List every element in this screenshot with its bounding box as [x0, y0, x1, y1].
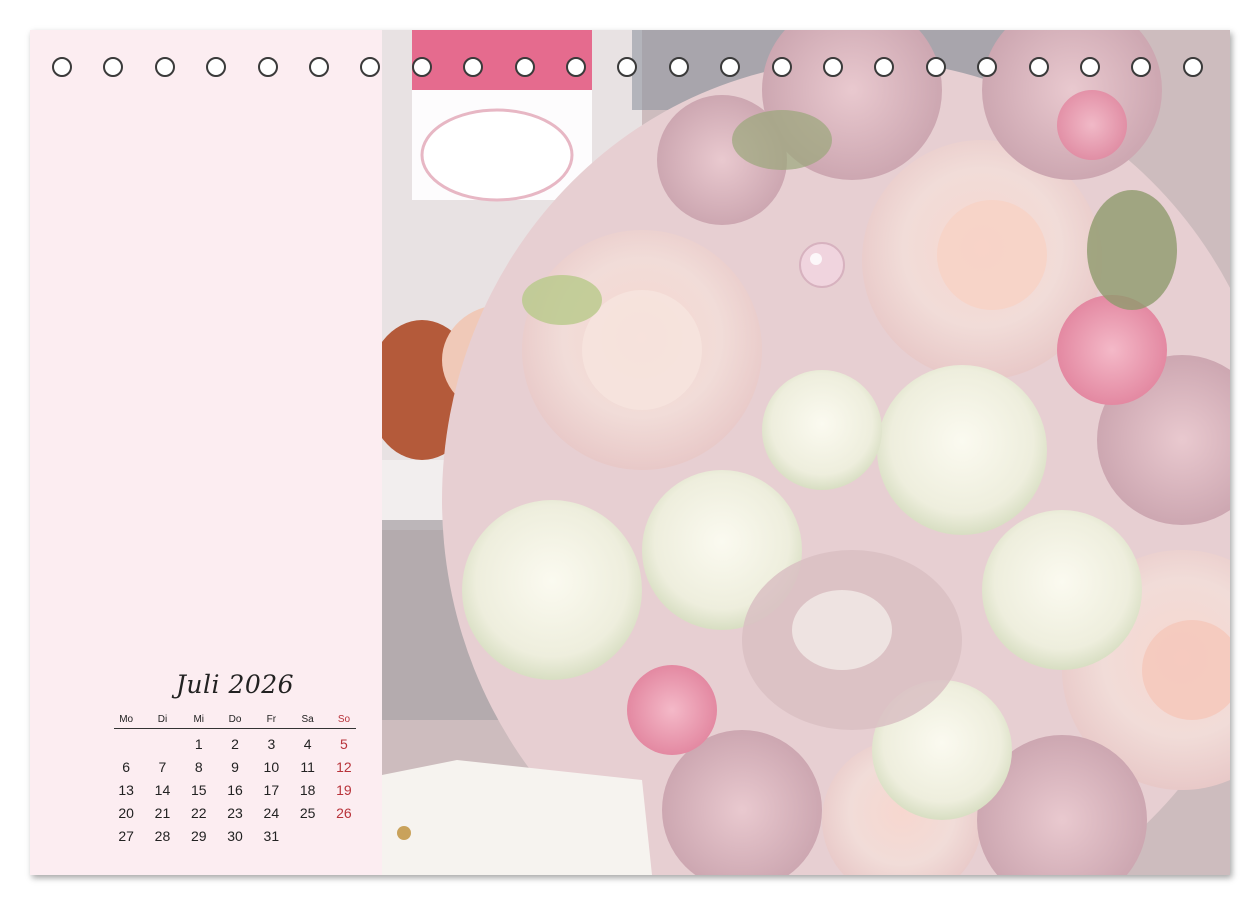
day-cell: 20 [118, 805, 134, 821]
weekday-label: Mo [119, 714, 134, 725]
binding-ring [1028, 57, 1049, 77]
binding-ring [668, 57, 689, 77]
calendar-panel: Juli 2026 Mo Di Mi Do Fr Sa So 1 2 3 4 5 6 7 8 9 10 11 12… [30, 30, 382, 875]
day-cell: 23 [227, 805, 243, 821]
day-cell: 13 [118, 782, 134, 798]
binding-ring [1182, 57, 1203, 77]
weekday-label: Di [157, 714, 168, 725]
day-cell: 31 [263, 828, 280, 844]
day-cell: 12 [336, 759, 352, 775]
day-cell: 28 [154, 828, 171, 844]
day-cell: 10 [263, 759, 280, 775]
day-cell: 3 [267, 736, 276, 752]
calendar-page: Juli 2026 Mo Di Mi Do Fr Sa So 1 2 3 4 5 6 7 8 9 10 11 12… [0, 0, 1260, 905]
day-cell: 8 [194, 759, 203, 775]
day-cell: 15 [190, 782, 207, 798]
binding-ring [309, 57, 329, 77]
month-title: Juli 2026 [175, 670, 295, 699]
flower-bouquet-photo [382, 30, 1230, 875]
day-cell: 26 [336, 805, 352, 821]
binding-ring [52, 57, 72, 77]
day-cell: 17 [263, 782, 280, 798]
weekday-label: Fr [266, 714, 277, 725]
day-cell: 6 [122, 759, 131, 775]
day-cell: 25 [299, 805, 316, 821]
month-grid: Mo Di Mi Do Fr Sa So 1 2 3 4 5 6 7 8 9 10 11 12 13 14 15 16 17… [108, 713, 362, 848]
day-cell: 1 [194, 736, 203, 752]
binding-ring [1080, 57, 1100, 77]
day-cell: 9 [231, 759, 239, 775]
day-cell: 2 [231, 736, 239, 752]
day-cell: 29 [190, 828, 207, 844]
binding-ring [566, 57, 586, 77]
day-cell: 11 [300, 759, 315, 775]
weekday-header: Mo Di Mi Do Fr Sa So [108, 713, 362, 727]
day-cell: 7 [158, 759, 167, 775]
day-cell: 21 [154, 805, 171, 821]
day-grid: 1 2 3 4 5 6 7 8 9 10 11 12 13 14 15 16 17 18 19 20 21 22 23 24 2… [108, 733, 362, 848]
day-cell: 16 [227, 782, 243, 798]
binding-ring [154, 57, 175, 77]
empty-day-cell [289, 825, 325, 848]
day-cell: 5 [340, 736, 348, 752]
day-cell: 14 [154, 782, 171, 798]
binding-ring [925, 57, 946, 77]
weekday-label: Mi [193, 714, 205, 725]
empty-day-cell [326, 825, 362, 848]
binding-ring [411, 57, 432, 77]
day-cell: 27 [118, 828, 134, 844]
day-cell: 30 [227, 828, 243, 844]
binding-ring [514, 57, 535, 77]
calendar-sheet: Juli 2026 Mo Di Mi Do Fr Sa So 1 2 3 4 5 6 7 8 9 10 11 12… [30, 30, 1230, 875]
empty-day-cell [144, 733, 180, 756]
day-cell: 22 [190, 805, 207, 821]
binding-ring [257, 57, 278, 77]
bouquet-illustration [382, 30, 1230, 875]
empty-day-cell [108, 733, 144, 756]
day-cell: 24 [263, 805, 280, 821]
weekday-label: So [337, 714, 351, 725]
weekday-label: Sa [301, 714, 314, 725]
day-cell: 18 [299, 782, 316, 798]
binding-ring [823, 57, 843, 77]
header-divider [114, 728, 356, 729]
day-cell: 19 [336, 782, 352, 798]
weekday-label: Do [228, 714, 242, 725]
day-cell: 4 [303, 736, 312, 752]
binding-ring [771, 57, 792, 77]
